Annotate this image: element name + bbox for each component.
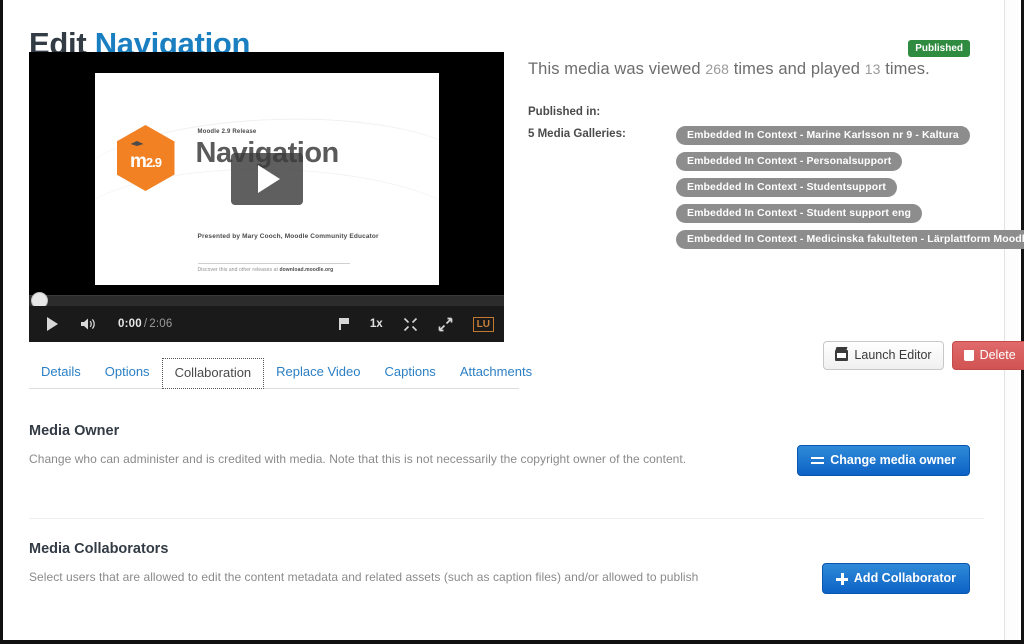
- video-controls-bar: 0:00/2:06 1x LU: [29, 306, 504, 342]
- slide-footer: Discover this and other releases at down…: [198, 267, 334, 273]
- current-time: 0:00: [118, 318, 142, 330]
- tab-details[interactable]: Details: [29, 358, 93, 388]
- media-galleries-label: 5 Media Galleries:: [528, 128, 626, 140]
- media-galleries-list: Embedded In Context - Marine Karlsson nr…: [676, 126, 1024, 249]
- slide-presenter: Presented by Mary Cooch, Moodle Communit…: [197, 233, 379, 240]
- media-action-buttons: Launch Editor Delete: [823, 341, 1024, 370]
- playback-rate-button[interactable]: 1x: [370, 318, 383, 330]
- change-media-owner-label: Change media owner: [830, 453, 956, 467]
- expand-icon: [403, 317, 417, 331]
- play-icon-small: [47, 317, 58, 331]
- gallery-tag[interactable]: Embedded In Context - Student support en…: [676, 204, 923, 223]
- slide-footer-link: download.moodle.org: [279, 267, 334, 273]
- tab-attachments[interactable]: Attachments: [448, 358, 544, 388]
- edit-tabs: Details Options Collaboration Replace Vi…: [29, 358, 532, 389]
- moodle-hex-logo: m2.9: [116, 125, 175, 191]
- video-progress-bar[interactable]: [29, 292, 504, 309]
- gallery-tag[interactable]: Embedded In Context - Studentsupport: [676, 178, 898, 197]
- volume-button[interactable]: [80, 317, 96, 331]
- tab-captions[interactable]: Captions: [373, 358, 448, 388]
- film-icon: [835, 350, 849, 361]
- media-stats: This media was viewed 268 times and play…: [528, 60, 1024, 79]
- slide-footer-prefix: Discover this and other releases at: [197, 267, 280, 273]
- media-collaborators-section: Media Collaborators Select users that ar…: [29, 518, 984, 594]
- launch-editor-label: Launch Editor: [854, 348, 932, 362]
- expand-button[interactable]: [403, 317, 418, 332]
- fullscreen-icon: [438, 317, 453, 331]
- slide-release-line: Moodle 2.9 Release: [197, 129, 257, 135]
- main-columns: m2.9 Moodle 2.9 Release Navigation Prese…: [29, 52, 1024, 389]
- gallery-tag[interactable]: Embedded In Context - Marine Karlsson nr…: [676, 126, 970, 145]
- flag-button[interactable]: [338, 318, 350, 330]
- time-display: 0:00/2:06: [118, 318, 172, 330]
- tab-collaboration[interactable]: Collaboration: [161, 358, 265, 389]
- logo-letter: m: [130, 150, 147, 172]
- flag-icon: [338, 318, 350, 330]
- fullscreen-button[interactable]: [438, 317, 453, 332]
- video-stage[interactable]: m2.9 Moodle 2.9 Release Navigation Prese…: [29, 52, 504, 306]
- logo-version: 2.9: [145, 154, 162, 170]
- time-separator: /: [143, 318, 148, 330]
- quality-button[interactable]: LU: [472, 316, 494, 332]
- swap-arrows-icon: [811, 455, 825, 466]
- left-column: m2.9 Moodle 2.9 Release Navigation Prese…: [29, 52, 532, 389]
- gallery-tag[interactable]: Embedded In Context - Personalsupport: [676, 152, 903, 171]
- play-icon: [258, 165, 280, 193]
- stats-prefix: This media was viewed: [528, 60, 706, 78]
- tab-options[interactable]: Options: [93, 358, 162, 388]
- add-collaborator-button[interactable]: Add Collaborator: [821, 563, 970, 594]
- play-count: 13: [864, 61, 881, 77]
- right-column: This media was viewed 268 times and play…: [504, 52, 1024, 370]
- media-owner-section: Media Owner Change who can administer an…: [29, 401, 984, 476]
- stats-middle: times and played: [729, 60, 865, 78]
- page-root: Edit Navigation Published m2.9 Moodle 2.…: [0, 0, 1024, 644]
- media-collaborators-title: Media Collaborators: [29, 541, 169, 557]
- published-in-heading: Published in:: [528, 106, 601, 118]
- duration: 2:06: [149, 318, 173, 330]
- delete-label: Delete: [979, 348, 1016, 362]
- delete-button[interactable]: Delete: [951, 341, 1024, 370]
- launch-editor-button[interactable]: Launch Editor: [823, 341, 944, 370]
- play-pause-button[interactable]: [47, 317, 58, 331]
- view-count: 268: [705, 61, 730, 77]
- play-button-overlay[interactable]: [230, 153, 303, 205]
- add-collaborator-label: Add Collaborator: [853, 571, 956, 585]
- page-header: Edit Navigation Published: [29, 0, 984, 59]
- slide-divider: [197, 263, 350, 264]
- plus-icon: [835, 572, 848, 585]
- media-owner-title: Media Owner: [29, 423, 120, 439]
- quality-label: LU: [472, 316, 494, 332]
- tab-replace-video[interactable]: Replace Video: [264, 358, 372, 388]
- gallery-tag[interactable]: Embedded In Context - Medicinska fakulte…: [676, 230, 1024, 249]
- stats-suffix: times.: [880, 60, 930, 78]
- page-content: Edit Navigation Published m2.9 Moodle 2.…: [3, 0, 1024, 640]
- add-collaborator-action: Add Collaborator: [821, 563, 970, 594]
- video-player[interactable]: m2.9 Moodle 2.9 Release Navigation Prese…: [29, 52, 504, 342]
- change-media-owner-button[interactable]: Change media owner: [797, 445, 970, 476]
- media-galleries-row: 5 Media Galleries: Embedded In Context -…: [528, 126, 1024, 249]
- change-media-owner-action: Change media owner: [797, 445, 970, 476]
- trash-icon: [963, 350, 974, 361]
